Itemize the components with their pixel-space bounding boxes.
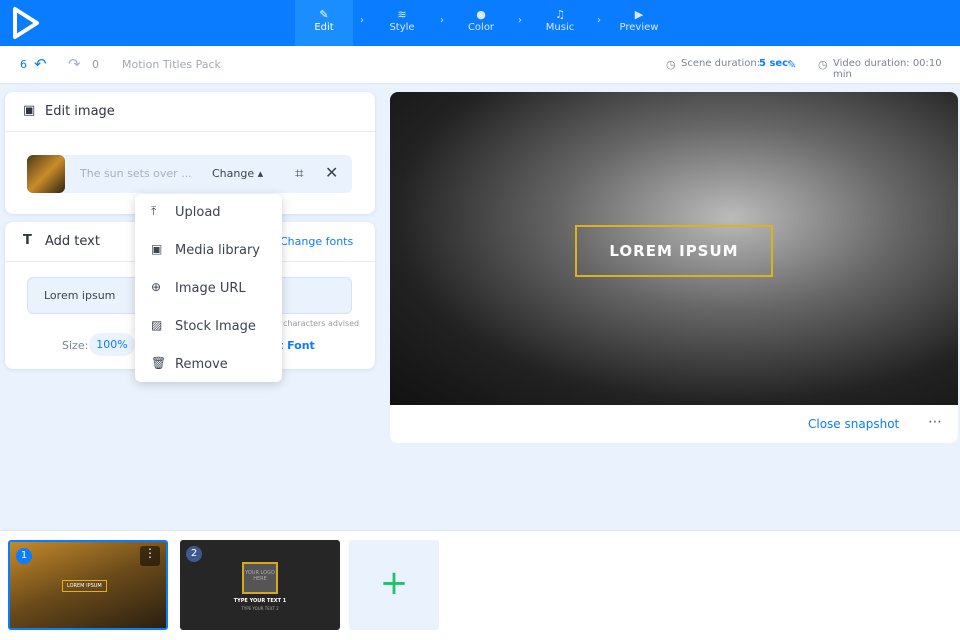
menu-item-upload[interactable]: ⤒ Upload: [135, 194, 282, 232]
menu-item-remove[interactable]: 🗑 Remove: [135, 346, 282, 384]
edit-pencil-icon[interactable]: ✎: [787, 58, 796, 71]
crop-icon[interactable]: ⌗: [295, 164, 303, 182]
scene-number: 2: [186, 546, 202, 562]
video-duration: Video duration: 00:10 min: [833, 58, 942, 80]
scene-subtext: TYPE YOUR TEXT 2: [241, 606, 279, 611]
scene-text: TYPE YOUR TEXT 1: [233, 598, 287, 604]
redo-icon[interactable]: ↷: [68, 55, 81, 73]
scene-thumb-2[interactable]: 2 YOUR LOGO HERE TYPE YOUR TEXT 1 TYPE Y…: [180, 540, 340, 630]
change-button[interactable]: Change ▴: [212, 167, 263, 180]
size-select[interactable]: 100%: [89, 333, 135, 356]
change-fonts-link[interactable]: Change fonts: [280, 235, 353, 248]
scene-text: LOREM IPSUM: [62, 580, 107, 592]
close-icon[interactable]: ✕: [325, 163, 338, 182]
more-icon[interactable]: ⋯: [928, 414, 942, 430]
scene-number: 1: [16, 548, 32, 564]
image-row: The sun sets over ... Change ▴ ⌗ ✕: [27, 155, 352, 193]
upload-icon: ⤒: [151, 204, 157, 218]
trash-icon: 🗑: [151, 356, 167, 370]
scene-timeline: 1 LOREM IPSUM ⋮ 2 YOUR LOGO HERE TYPE YO…: [0, 530, 960, 640]
chevron-icon: ›: [518, 15, 522, 26]
step-music[interactable]: ♫ Music: [531, 0, 589, 46]
logo-icon[interactable]: [12, 6, 40, 40]
close-snapshot-button[interactable]: Close snapshot: [808, 417, 899, 431]
scene-duration-label: Scene duration:: [681, 58, 761, 69]
menu-item-media-library[interactable]: ▣ Media library: [135, 232, 282, 270]
redo-count: 0: [92, 58, 99, 71]
logo-placeholder: YOUR LOGO HERE: [242, 562, 278, 594]
scene-duration-value[interactable]: 5 sec: [759, 58, 788, 69]
menu-item-image-url[interactable]: ⊕ Image URL: [135, 270, 282, 308]
project-title[interactable]: Motion Titles Pack: [122, 58, 221, 71]
music-icon: ♫: [555, 8, 565, 21]
font-link[interactable]: t Font: [278, 339, 315, 352]
undo-count: 6: [20, 58, 27, 71]
globe-icon: ⊕: [151, 280, 162, 294]
scene-menu-icon[interactable]: ⋮: [140, 546, 160, 566]
chevron-icon: ›: [597, 15, 601, 26]
project-toolbar: 6 ↶ ↷ 0 Motion Titles Pack ◷ Scene durat…: [0, 46, 960, 84]
pencil-icon: ✎: [319, 8, 329, 21]
preview-panel: LOREM IPSUM Close snapshot ⋯: [390, 92, 958, 443]
undo-icon[interactable]: ↶: [34, 55, 47, 73]
top-nav: ✎ Edit › ≋ Style › ● Color › ♫ Music › ▶ Prev…: [0, 0, 960, 46]
clock-icon: ◷: [666, 58, 676, 71]
panel-title: Edit image: [45, 104, 115, 119]
caption-input[interactable]: The sun sets over ...: [80, 167, 192, 180]
clock-icon: ◷: [818, 58, 828, 71]
stock-image-icon: ▨: [151, 318, 163, 332]
chevron-icon: ›: [440, 15, 444, 26]
step-edit[interactable]: ✎ Edit: [295, 0, 353, 46]
chevron-icon: ›: [360, 15, 364, 26]
size-label: Size:: [62, 339, 89, 352]
play-icon: ▶: [634, 8, 644, 21]
menu-item-stock-image[interactable]: ▨ Stock Image: [135, 308, 282, 346]
text-icon: T: [23, 233, 32, 248]
image-icon: ▣: [23, 103, 36, 118]
step-color[interactable]: ● Color: [452, 0, 510, 46]
add-scene-button[interactable]: +: [349, 540, 439, 630]
scene-thumb-1[interactable]: 1 LOREM IPSUM ⋮: [8, 540, 168, 630]
media-library-icon: ▣: [151, 242, 163, 256]
image-thumbnail: [27, 155, 65, 193]
text-overlay[interactable]: LOREM IPSUM: [575, 225, 773, 277]
layers-icon: ≋: [397, 8, 407, 21]
step-style[interactable]: ≋ Style: [373, 0, 431, 46]
panel-title: Add text: [45, 234, 100, 249]
char-hint: characters advised: [283, 319, 360, 328]
change-dropdown: ⤒ Upload ▣ Media library ⊕ Image URL ▨ Stock…: [135, 194, 282, 382]
palette-icon: ●: [476, 8, 486, 21]
step-preview[interactable]: ▶ Preview: [610, 0, 668, 46]
